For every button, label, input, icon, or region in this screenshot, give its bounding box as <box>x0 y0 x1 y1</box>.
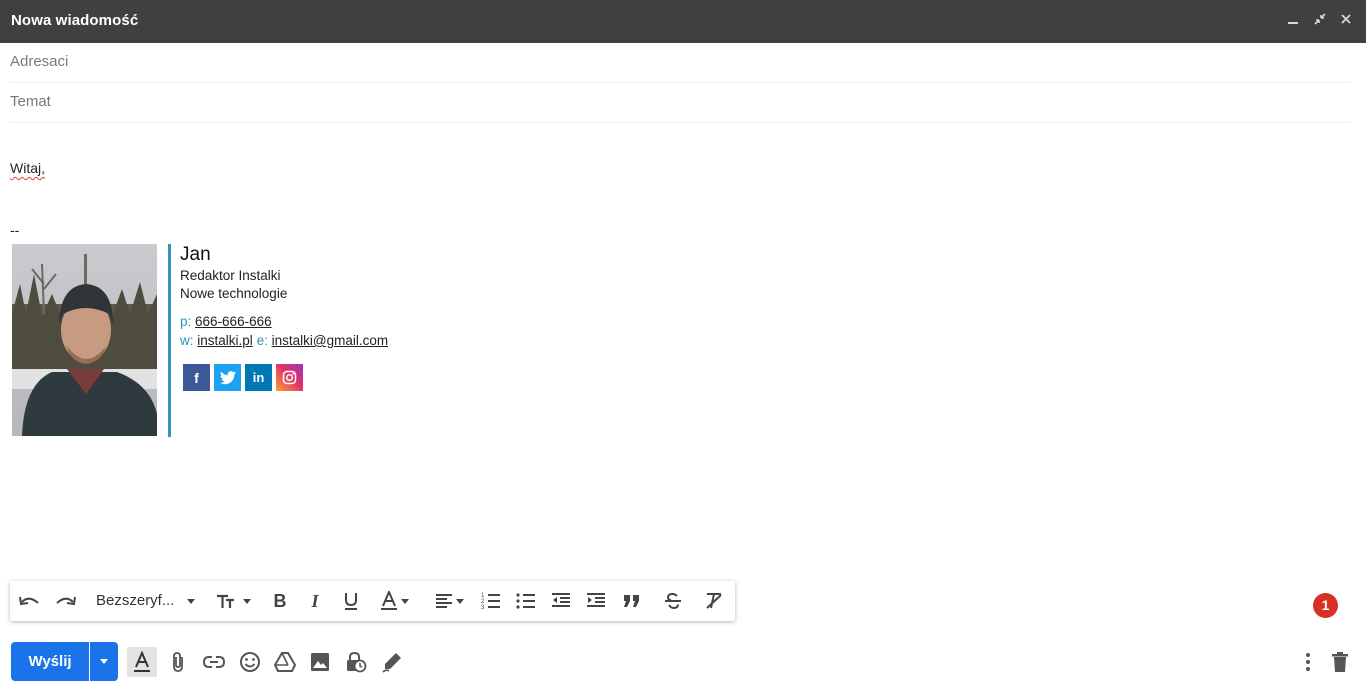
bold-icon[interactable]: B <box>269 590 291 612</box>
font-size-icon[interactable] <box>213 590 253 612</box>
signature-name: Jan <box>180 244 211 265</box>
compose-title-bar: Nowa wiadomość <box>0 0 1366 43</box>
formatting-options-icon[interactable] <box>127 647 157 677</box>
signature-phone-row: p: 666-666-666 <box>180 314 272 329</box>
remove-formatting-icon[interactable] <box>703 590 725 612</box>
facebook-icon[interactable]: f <box>183 364 210 391</box>
website-link[interactable]: instalki.pl <box>197 333 253 348</box>
insert-photo-icon[interactable] <box>308 650 332 674</box>
svg-text:3: 3 <box>481 605 485 610</box>
bulleted-list-icon[interactable] <box>515 590 537 612</box>
text-color-icon[interactable] <box>375 590 413 612</box>
email-link[interactable]: instalki@gmail.com <box>272 333 388 348</box>
discard-draft-icon[interactable] <box>1328 650 1352 674</box>
notification-badge[interactable]: 1 <box>1313 593 1338 618</box>
attach-file-icon[interactable] <box>166 650 190 674</box>
formatting-toolbar: Bezszeryf... B I 123 <box>10 581 735 621</box>
instagram-icon[interactable] <box>276 364 303 391</box>
subject-field <box>10 83 1350 123</box>
align-icon[interactable] <box>430 590 468 612</box>
chevron-down-icon <box>186 598 195 604</box>
google-drive-icon[interactable] <box>273 650 297 674</box>
insert-link-icon[interactable] <box>202 650 226 674</box>
undo-icon[interactable] <box>18 590 42 612</box>
recipients-input[interactable] <box>10 53 1350 70</box>
minimize-icon[interactable] <box>1284 12 1302 30</box>
signature-photo <box>12 244 157 436</box>
italic-icon[interactable]: I <box>304 590 326 612</box>
window-title: Nowa wiadomość <box>11 12 139 29</box>
indent-more-icon[interactable] <box>585 590 607 612</box>
twitter-icon[interactable] <box>214 364 241 391</box>
signature-separator: -- <box>10 222 20 238</box>
indent-less-icon[interactable] <box>550 590 572 612</box>
strikethrough-icon[interactable] <box>662 590 684 612</box>
web-label: w: <box>180 333 194 348</box>
more-options-icon[interactable] <box>1296 650 1320 674</box>
chevron-down-icon <box>100 659 108 664</box>
close-icon[interactable] <box>1337 12 1355 30</box>
send-options-button[interactable] <box>90 642 118 681</box>
font-family-value: Bezszeryf... <box>96 592 175 609</box>
font-family-select[interactable]: Bezszeryf... <box>96 592 195 609</box>
send-button[interactable]: Wyślij <box>11 642 89 681</box>
underline-icon[interactable] <box>340 590 362 612</box>
signature-department: Nowe technologie <box>180 286 288 301</box>
signature-divider <box>168 244 171 437</box>
redo-icon[interactable] <box>53 590 77 612</box>
message-greeting[interactable]: Witaj, <box>10 160 45 176</box>
subject-input[interactable] <box>10 93 1350 110</box>
phone-label: p: <box>180 314 192 329</box>
signature-web-row: w: instalki.pl e: instalki@gmail.com <box>180 333 388 348</box>
numbered-list-icon[interactable]: 123 <box>480 590 502 612</box>
email-label: e: <box>256 333 268 348</box>
exit-fullscreen-icon[interactable] <box>1311 12 1329 30</box>
signature-role: Redaktor Instalki <box>180 268 281 283</box>
phone-link[interactable]: 666-666-666 <box>195 314 272 329</box>
emoji-icon[interactable] <box>238 650 262 674</box>
confidential-mode-icon[interactable] <box>344 650 368 674</box>
signature-icon[interactable] <box>380 650 404 674</box>
recipients-field <box>10 43 1350 83</box>
quote-icon[interactable] <box>621 590 643 612</box>
linkedin-icon[interactable]: in <box>245 364 272 391</box>
